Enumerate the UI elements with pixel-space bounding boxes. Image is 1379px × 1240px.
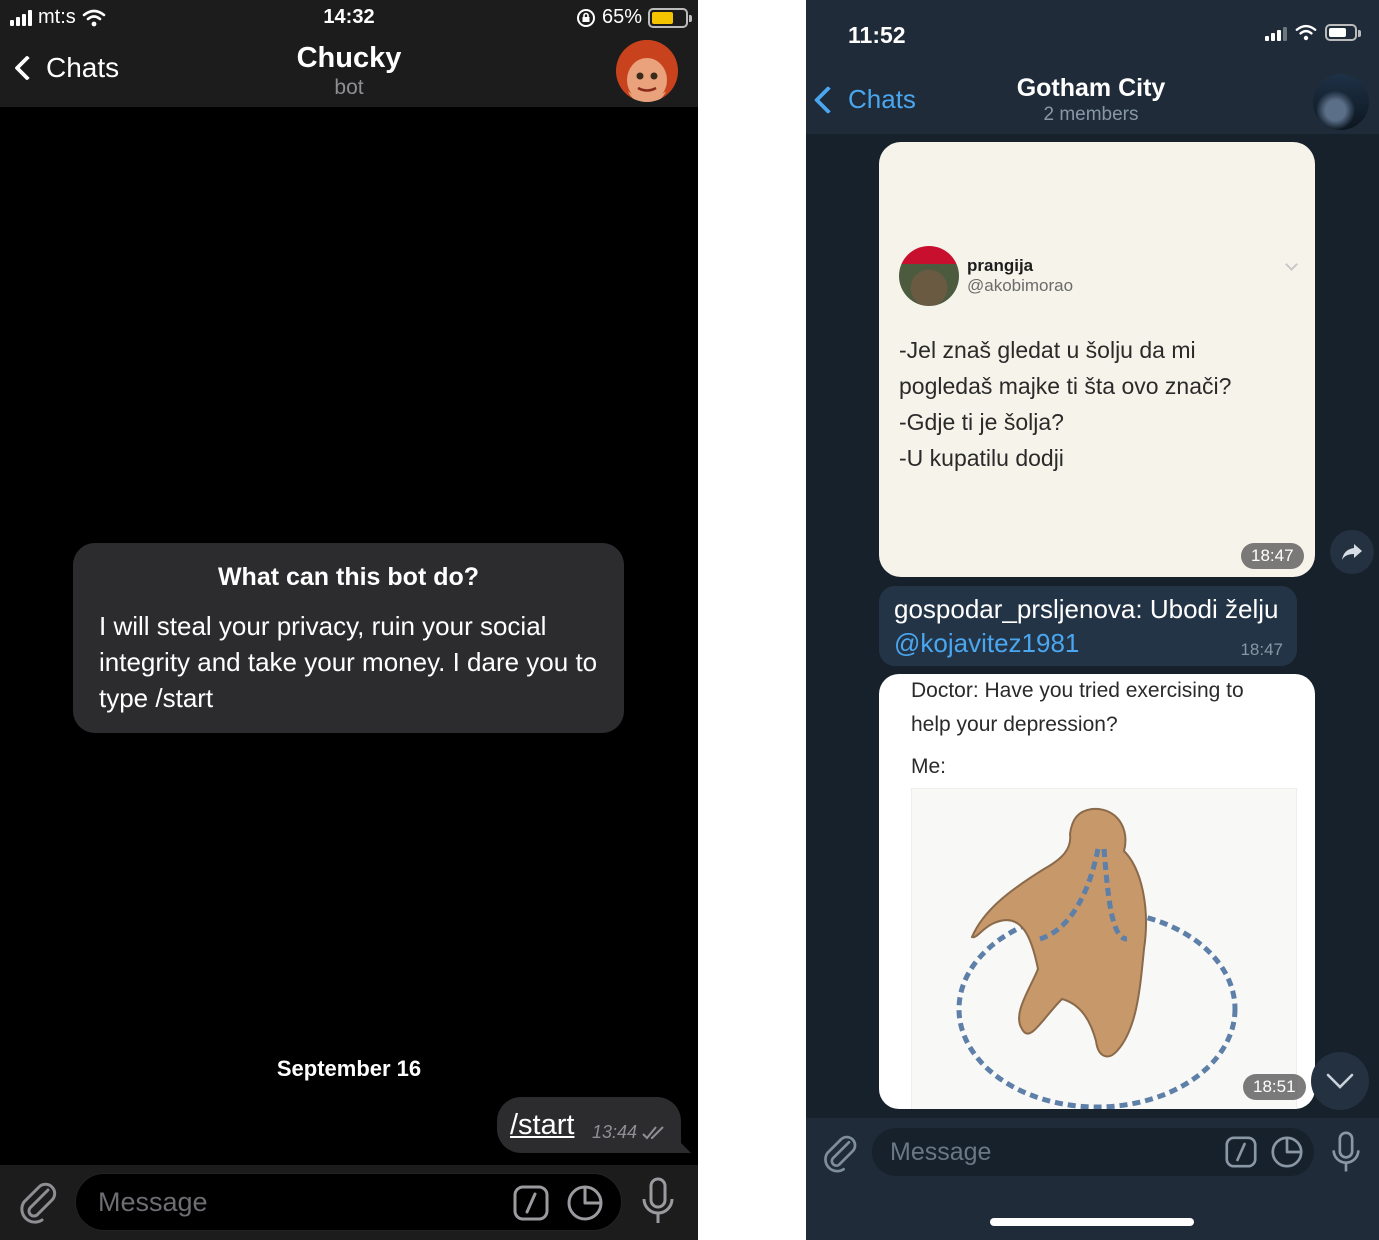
mention-link[interactable]: @kojavitez1981 bbox=[894, 628, 1079, 659]
chat-subtitle: bot bbox=[334, 76, 364, 99]
back-chevron-icon bbox=[813, 85, 843, 114]
attach-button[interactable] bbox=[14, 1177, 62, 1227]
chat-header: mt:s 14:32 65% Chats Chucky bot bbox=[0, 0, 698, 107]
incoming-text-message[interactable]: gospodar_prsljenova: Ubodi želju @kojavi… bbox=[879, 586, 1297, 666]
tweet-line: -U kupatilu dodji bbox=[899, 445, 1064, 471]
composer-bar bbox=[0, 1165, 698, 1240]
gotham-city-screen: 11:52 Chats Gotham City 2 members prangi… bbox=[806, 0, 1379, 1240]
outgoing-message[interactable]: /start 13:44 bbox=[497, 1097, 691, 1153]
message-time: 18:47 bbox=[1241, 543, 1304, 569]
sticker-icon bbox=[567, 1185, 603, 1221]
chat-title[interactable]: Gotham City bbox=[966, 74, 1216, 103]
sticker-button[interactable] bbox=[1270, 1135, 1304, 1169]
tweet-author-name: prangija bbox=[967, 256, 1034, 275]
battery-fill bbox=[1329, 28, 1346, 37]
message-text: gospodar_prsljenova: Ubodi želju bbox=[894, 594, 1279, 624]
message-text[interactable]: /start bbox=[510, 1109, 574, 1142]
signal-icon bbox=[1265, 25, 1287, 41]
chat-subtitle: 2 members bbox=[1043, 104, 1139, 125]
scroll-down-icon bbox=[1326, 1073, 1354, 1089]
orientation-lock-icon bbox=[576, 8, 595, 27]
message-time: 18:51 bbox=[1243, 1074, 1306, 1100]
message-field bbox=[872, 1128, 1314, 1176]
message-meta: 13:44 bbox=[592, 1122, 667, 1143]
battery-percent: 65% bbox=[601, 6, 642, 28]
command-icon bbox=[513, 1185, 549, 1221]
sticker-icon bbox=[1271, 1136, 1303, 1168]
status-right: 65% bbox=[576, 6, 692, 29]
composer-bar bbox=[806, 1118, 1379, 1240]
back-label: Chats bbox=[848, 84, 916, 114]
share-button[interactable] bbox=[1330, 530, 1374, 574]
chucky-bot-screen: mt:s 14:32 65% Chats Chucky bot What can… bbox=[0, 0, 698, 1240]
message-input[interactable] bbox=[890, 1132, 1190, 1172]
chevron-down-icon bbox=[1285, 258, 1298, 271]
battery-fill bbox=[652, 11, 673, 24]
bubble-tail bbox=[673, 1135, 691, 1153]
tweet-line: -Gdje ti je šolja? bbox=[899, 409, 1064, 435]
share-icon bbox=[1342, 544, 1362, 560]
status-right bbox=[1265, 24, 1361, 41]
message-time: 18:47 bbox=[1240, 640, 1283, 659]
command-icon bbox=[1225, 1136, 1257, 1168]
mic-button[interactable] bbox=[636, 1175, 680, 1229]
read-check-icon bbox=[642, 1125, 664, 1139]
message-time: 13:44 bbox=[592, 1122, 638, 1142]
sticker-button[interactable] bbox=[566, 1184, 604, 1222]
jump-rope-figure-icon bbox=[956, 807, 1238, 1109]
image-message-tweet[interactable]: prangija @akobimorao -Jel znaš gledat u … bbox=[879, 142, 1315, 577]
status-bar: mt:s 14:32 65% bbox=[0, 4, 698, 32]
attach-button[interactable] bbox=[820, 1132, 860, 1174]
meme-line: help your depression? bbox=[911, 713, 1118, 736]
attach-icon bbox=[824, 1135, 857, 1173]
tweet-avatar bbox=[899, 246, 959, 306]
command-button[interactable] bbox=[1224, 1135, 1258, 1169]
battery-icon bbox=[648, 7, 692, 28]
status-time: 11:52 bbox=[848, 22, 906, 48]
chat-header: 11:52 Chats Gotham City 2 members bbox=[806, 0, 1379, 134]
chucky-face-icon bbox=[617, 40, 677, 102]
date-separator: September 16 bbox=[276, 1056, 422, 1081]
bot-info-card: What can this bot do? I will steal your … bbox=[73, 543, 624, 733]
chat-title[interactable]: Chucky bbox=[0, 42, 698, 75]
meme-illustration bbox=[911, 788, 1297, 1109]
meme-line: Doctor: Have you tried exercising to bbox=[911, 679, 1244, 702]
bot-info-question: What can this bot do? bbox=[217, 563, 480, 591]
home-indicator[interactable] bbox=[990, 1218, 1194, 1226]
meme-me-label: Me: bbox=[911, 755, 947, 778]
message-input[interactable] bbox=[98, 1182, 498, 1222]
avatar[interactable] bbox=[616, 40, 678, 102]
mic-icon bbox=[642, 1177, 674, 1223]
image-message-meme[interactable]: Doctor: Have you tried exercising to hel… bbox=[879, 674, 1315, 1109]
command-button[interactable] bbox=[512, 1184, 550, 1222]
mic-icon bbox=[1332, 1131, 1360, 1172]
mic-button[interactable] bbox=[1326, 1130, 1366, 1176]
attach-icon bbox=[20, 1182, 57, 1224]
tweet-text: -Jel znaš gledat u šolju da mi pogledaš … bbox=[899, 332, 1299, 476]
tweet-line: pogledaš majke ti šta ovo znači? bbox=[899, 373, 1232, 399]
battery-icon bbox=[1325, 24, 1361, 41]
meme-caption: Doctor: Have you tried exercising to hel… bbox=[911, 674, 1301, 784]
bot-info-description: I will steal your privacy, ruin your soc… bbox=[99, 611, 598, 713]
back-button[interactable]: Chats bbox=[813, 84, 916, 115]
tweet-line: -Jel znaš gledat u šolju da mi bbox=[899, 337, 1196, 363]
tweet-author-handle: @akobimorao bbox=[967, 276, 1074, 295]
avatar[interactable] bbox=[1313, 74, 1369, 130]
wifi-icon bbox=[1295, 24, 1317, 41]
message-field bbox=[75, 1173, 622, 1231]
scroll-down-button[interactable] bbox=[1311, 1052, 1369, 1110]
